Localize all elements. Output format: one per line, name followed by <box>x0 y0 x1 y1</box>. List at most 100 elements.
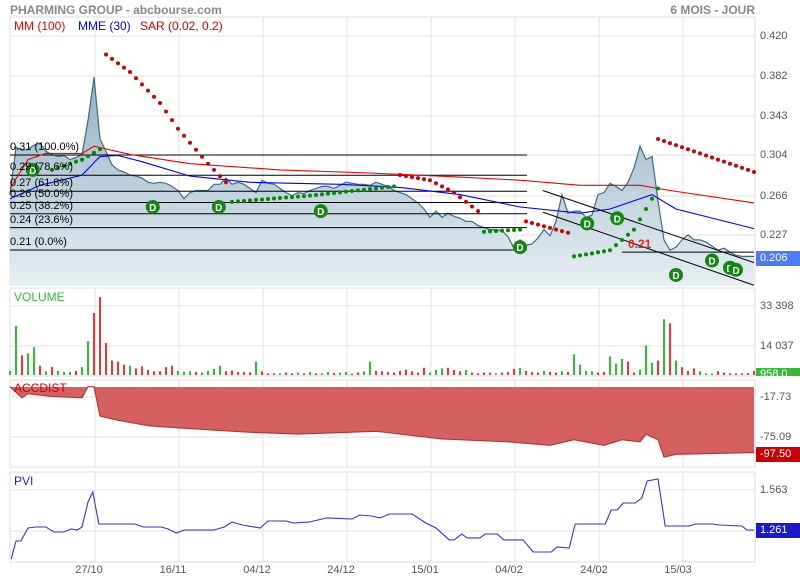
sar-dot <box>644 207 648 212</box>
volume-bar <box>267 373 269 375</box>
volume-bar <box>525 370 527 375</box>
volume-bar <box>153 371 155 375</box>
volume-bar <box>435 369 437 375</box>
sar-dot <box>548 225 552 230</box>
sar-dot <box>134 76 138 81</box>
sar-dot <box>80 157 84 162</box>
volume-bar <box>375 370 377 375</box>
volume-bar <box>111 360 113 375</box>
sar-dot <box>74 159 78 164</box>
volume-bar <box>183 371 185 375</box>
sar-dot <box>206 161 210 166</box>
sar-dot <box>182 133 186 138</box>
last-price-badge: 0.206 <box>756 251 800 266</box>
sar-dot <box>506 228 510 233</box>
sar-dot <box>368 187 372 192</box>
volume-bar <box>441 368 443 375</box>
volume-bar <box>585 370 587 375</box>
marker-label: D <box>516 243 523 254</box>
volume-bar <box>627 361 629 375</box>
volume-bar <box>201 372 203 375</box>
volume-bar <box>243 371 245 375</box>
volume-bar <box>99 297 101 375</box>
sar-dot <box>92 150 96 155</box>
volume-bar <box>639 369 641 375</box>
sar-dot <box>320 192 324 197</box>
volume-panel <box>9 287 756 377</box>
volume-bar <box>717 371 719 375</box>
x-tick: 15/01 <box>411 564 439 576</box>
volume-bar <box>225 371 227 375</box>
sar-dot <box>746 167 750 172</box>
sar-dot <box>194 147 198 152</box>
volume-bar <box>21 355 23 375</box>
sar-dot <box>728 161 732 166</box>
sar-dot <box>326 191 330 196</box>
sar-dot <box>314 192 318 197</box>
marker-label: D <box>614 214 621 225</box>
marker-label: D <box>215 203 222 214</box>
sar-dot <box>248 198 252 203</box>
sar-dot <box>614 243 618 248</box>
sar-dot <box>398 173 402 178</box>
volume-bar <box>279 373 281 375</box>
volume-panel-title: VOLUME <box>14 290 65 304</box>
volume-bar <box>69 371 71 375</box>
sar-dot <box>446 187 450 192</box>
volume-bar <box>651 362 653 375</box>
chart-title: PHARMING GROUP - abcbourse.com <box>10 3 222 17</box>
sar-dot <box>284 195 288 200</box>
volume-bar <box>711 373 713 375</box>
y-tick: 0.420 <box>760 30 788 42</box>
sar-dot <box>650 196 654 201</box>
support-label: 0.21 <box>628 237 652 252</box>
volume-bar <box>555 372 557 375</box>
volume-bar <box>501 372 503 375</box>
volume-bar <box>393 372 395 375</box>
sar-dot <box>104 52 108 57</box>
sar-dot <box>344 189 348 194</box>
y-tick: 1.563 <box>760 484 788 496</box>
sar-dot <box>152 94 156 99</box>
volume-bar <box>123 364 125 375</box>
volume-bar <box>687 370 689 375</box>
sar-dot <box>698 151 702 156</box>
volume-bar <box>75 370 77 375</box>
sar-dot <box>242 198 246 203</box>
sar-dot <box>716 157 720 162</box>
volume-bar <box>633 372 635 375</box>
volume-bar <box>261 371 263 375</box>
legend-mm: MM (100) <box>14 19 66 33</box>
sar-dot <box>278 196 282 201</box>
fibonacci-label: 0.31 (100.0%) <box>10 140 80 153</box>
period-selector[interactable]: 6 MOIS - JOUR <box>670 3 755 17</box>
sar-dot <box>332 191 336 196</box>
volume-bar <box>543 370 545 375</box>
volume-bar <box>729 373 731 375</box>
accdist-badge: -97.50 <box>756 447 800 462</box>
marker-label: D <box>732 266 739 277</box>
volume-bar <box>471 372 473 375</box>
volume-bar <box>537 372 539 375</box>
dividend-marker: D <box>211 199 226 214</box>
volume-bar <box>309 371 311 375</box>
volume-bar <box>327 371 329 375</box>
volume-bar <box>105 342 107 375</box>
volume-bar <box>675 360 677 375</box>
volume-bar <box>135 368 137 375</box>
volume-bar <box>597 372 599 375</box>
sar-dot <box>422 177 426 182</box>
y-tick: 0.382 <box>760 70 788 82</box>
volume-bar <box>315 373 317 375</box>
sar-dot <box>470 204 474 209</box>
dividend-marker: D <box>705 253 719 268</box>
volume-bar <box>465 369 467 375</box>
fibonacci-label: 0.25 (38.2%) <box>10 199 73 212</box>
volume-bar <box>741 373 743 375</box>
sar-dot <box>290 195 294 200</box>
sar-dot <box>308 193 312 198</box>
sar-dot <box>170 118 174 123</box>
volume-bar <box>531 371 533 375</box>
sar-dot <box>236 199 240 204</box>
sar-dot <box>638 217 642 222</box>
